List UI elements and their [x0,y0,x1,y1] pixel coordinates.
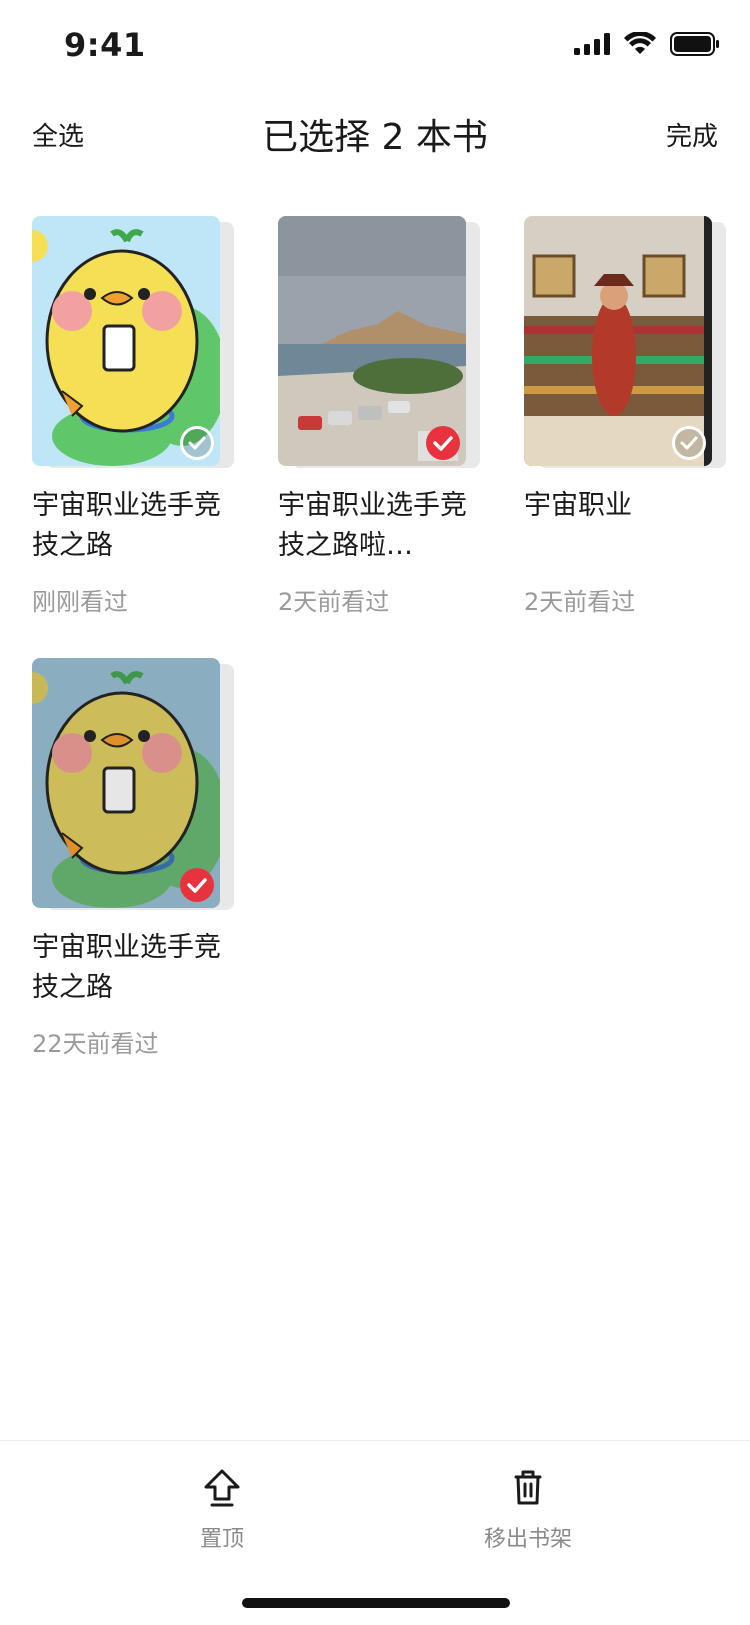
status-time: 9:41 [64,26,146,64]
book-item[interactable]: 宇宙职业 2天前看过 [524,216,726,617]
remove-from-shelf-button[interactable]: 移出书架 [448,1465,608,1553]
pin-to-top-button[interactable]: 置顶 [142,1465,302,1553]
wifi-icon [624,32,656,54]
book-title: 宇宙职业选手竞技之路 [32,490,221,561]
book-cover-wrap [32,658,234,910]
unselected-check-icon[interactable] [672,426,706,460]
page-title: 已选择 2 本书 [262,117,488,158]
unselected-check-icon[interactable] [180,426,214,460]
book-cover-wrap [278,216,480,468]
book-last-read: 2天前看过 [278,588,390,616]
book-item[interactable]: 宇宙职业选手竞技之路啦… 2天前看过 [278,216,480,617]
book-cover-wrap [32,216,234,468]
status-icons [574,32,720,56]
remove-from-shelf-label: 移出书架 [483,1527,572,1552]
book-cover-wrap [524,216,726,468]
pin-to-top-label: 置顶 [199,1527,244,1552]
book-title: 宇宙职业 [524,490,632,521]
signal-icon [574,33,610,55]
book-last-read: 2天前看过 [524,588,636,616]
book-item[interactable]: 宇宙职业选手竞技之路 刚刚看过 [32,216,234,617]
selected-check-icon[interactable] [180,868,214,902]
status-bar: 9:41 [0,0,750,88]
book-title: 宇宙职业选手竞技之路啦… [278,490,467,561]
book-item[interactable]: 宇宙职业选手竞技之路 22天前看过 [32,658,234,1059]
pin-top-icon [204,1469,240,1507]
battery-icon [670,32,719,56]
home-indicator [242,1598,510,1608]
trash-icon [514,1470,542,1505]
book-last-read: 刚刚看过 [32,588,128,616]
done-button[interactable]: 完成 [666,116,718,153]
book-last-read: 22天前看过 [32,1030,159,1058]
book-title: 宇宙职业选手竞技之路 [32,932,221,1003]
selected-check-icon[interactable] [426,426,460,460]
nav-bar: 全选 已选择 2 本书 完成 [0,96,750,172]
